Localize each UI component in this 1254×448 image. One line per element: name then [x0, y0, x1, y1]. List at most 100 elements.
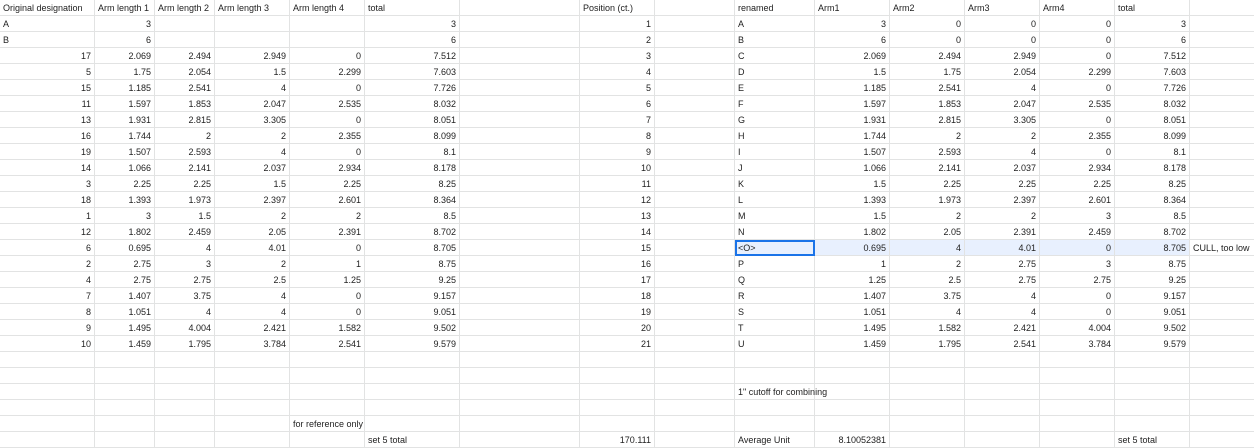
table-cell[interactable]: 2.054: [155, 64, 215, 80]
table-cell[interactable]: D: [735, 64, 815, 80]
table-cell[interactable]: 8: [580, 128, 655, 144]
table-cell[interactable]: 2.421: [215, 320, 290, 336]
table-cell[interactable]: [580, 352, 655, 368]
table-cell[interactable]: [1115, 400, 1190, 416]
table-cell[interactable]: 7.603: [365, 64, 460, 80]
table-cell[interactable]: 2.299: [1040, 64, 1115, 80]
table-cell[interactable]: 1.931: [815, 112, 890, 128]
table-cell[interactable]: 8.25: [365, 176, 460, 192]
table-cell[interactable]: P: [735, 256, 815, 272]
table-cell[interactable]: 1.25: [290, 272, 365, 288]
table-cell[interactable]: 8.5: [365, 208, 460, 224]
table-cell[interactable]: 2.541: [965, 336, 1040, 352]
table-cell[interactable]: 2.949: [215, 48, 290, 64]
table-cell[interactable]: 7.512: [365, 48, 460, 64]
table-cell[interactable]: [460, 240, 580, 256]
table-cell[interactable]: [95, 384, 155, 400]
table-cell[interactable]: [460, 224, 580, 240]
table-cell[interactable]: 8.032: [1115, 96, 1190, 112]
table-cell[interactable]: 8.032: [365, 96, 460, 112]
table-cell[interactable]: 2.75: [1040, 272, 1115, 288]
table-cell[interactable]: 4.01: [965, 240, 1040, 256]
table-cell[interactable]: 1.744: [95, 128, 155, 144]
table-cell[interactable]: [1190, 32, 1254, 48]
table-cell[interactable]: 2: [580, 32, 655, 48]
table-cell[interactable]: [460, 384, 580, 400]
table-cell[interactable]: [1190, 256, 1254, 272]
table-cell[interactable]: 3.75: [890, 288, 965, 304]
table-cell[interactable]: 1.407: [95, 288, 155, 304]
table-cell[interactable]: 9.25: [365, 272, 460, 288]
table-cell[interactable]: 8.364: [1115, 192, 1190, 208]
table-cell[interactable]: 4: [215, 304, 290, 320]
table-cell[interactable]: [1190, 80, 1254, 96]
table-cell[interactable]: G: [735, 112, 815, 128]
table-cell[interactable]: 17: [580, 272, 655, 288]
table-cell[interactable]: CULL, too low: [1190, 240, 1254, 256]
table-cell[interactable]: 2.069: [815, 48, 890, 64]
table-cell[interactable]: 0: [290, 48, 365, 64]
table-cell[interactable]: [655, 96, 735, 112]
table-cell[interactable]: [965, 416, 1040, 432]
table-cell[interactable]: 2.25: [890, 176, 965, 192]
table-cell[interactable]: 4: [215, 80, 290, 96]
table-cell[interactable]: 8.705: [1115, 240, 1190, 256]
table-cell[interactable]: [1190, 16, 1254, 32]
table-cell[interactable]: 2: [215, 208, 290, 224]
table-cell[interactable]: 1.973: [155, 192, 215, 208]
table-cell[interactable]: [1190, 304, 1254, 320]
table-cell[interactable]: 8.178: [1115, 160, 1190, 176]
table-cell[interactable]: 2.75: [965, 256, 1040, 272]
table-cell[interactable]: 1.744: [815, 128, 890, 144]
table-cell[interactable]: [1190, 64, 1254, 80]
table-cell[interactable]: 3: [0, 176, 95, 192]
table-cell[interactable]: 1.051: [815, 304, 890, 320]
table-cell[interactable]: [460, 400, 580, 416]
table-cell[interactable]: [965, 384, 1040, 400]
table-cell[interactable]: [1190, 96, 1254, 112]
table-cell[interactable]: 12: [580, 192, 655, 208]
table-cell[interactable]: [215, 32, 290, 48]
table-cell[interactable]: 4: [0, 272, 95, 288]
table-cell[interactable]: 1.25: [815, 272, 890, 288]
table-cell[interactable]: 2.037: [215, 160, 290, 176]
table-cell[interactable]: 9.579: [1115, 336, 1190, 352]
table-cell[interactable]: 0: [1040, 112, 1115, 128]
table-cell[interactable]: 0: [290, 144, 365, 160]
table-cell[interactable]: 2.397: [215, 192, 290, 208]
table-cell[interactable]: 2.815: [155, 112, 215, 128]
table-cell[interactable]: [655, 16, 735, 32]
table-cell[interactable]: E: [735, 80, 815, 96]
table-cell[interactable]: 1.853: [155, 96, 215, 112]
table-cell[interactable]: [1190, 224, 1254, 240]
header-cell[interactable]: [655, 0, 735, 16]
table-cell[interactable]: 9.157: [365, 288, 460, 304]
table-cell[interactable]: [95, 368, 155, 384]
table-cell[interactable]: [1040, 416, 1115, 432]
table-cell[interactable]: [655, 400, 735, 416]
table-cell[interactable]: 2.494: [890, 48, 965, 64]
table-cell[interactable]: [1115, 416, 1190, 432]
table-cell[interactable]: [0, 368, 95, 384]
table-cell[interactable]: M: [735, 208, 815, 224]
table-cell[interactable]: T: [735, 320, 815, 336]
table-cell[interactable]: L: [735, 192, 815, 208]
table-cell[interactable]: [815, 400, 890, 416]
header-cell[interactable]: total: [1115, 0, 1190, 16]
table-cell[interactable]: 2.25: [155, 176, 215, 192]
table-cell[interactable]: 0: [1040, 80, 1115, 96]
table-cell[interactable]: [655, 144, 735, 160]
table-cell[interactable]: 0: [290, 112, 365, 128]
table-cell[interactable]: [290, 384, 365, 400]
table-cell[interactable]: [655, 320, 735, 336]
table-cell[interactable]: 2.815: [890, 112, 965, 128]
table-cell[interactable]: 19: [0, 144, 95, 160]
table-cell[interactable]: [1115, 368, 1190, 384]
header-cell[interactable]: [460, 0, 580, 16]
table-cell[interactable]: 1.582: [290, 320, 365, 336]
table-cell[interactable]: 1.459: [95, 336, 155, 352]
table-cell[interactable]: 18: [0, 192, 95, 208]
table-cell[interactable]: [1190, 400, 1254, 416]
table-cell[interactable]: 1.5: [155, 208, 215, 224]
table-cell[interactable]: 1: [580, 16, 655, 32]
